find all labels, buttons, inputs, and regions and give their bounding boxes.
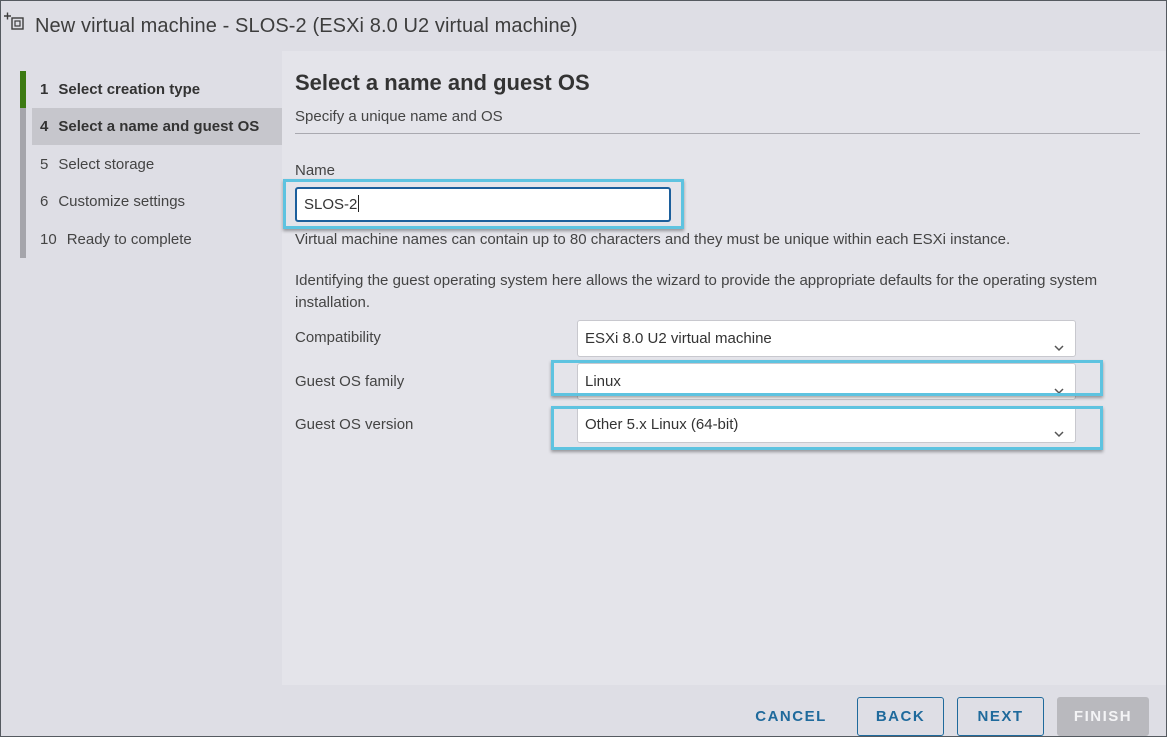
- step-customize-settings[interactable]: 6 Customize settings: [26, 183, 282, 220]
- window-title: New virtual machine - SLOS-2 (ESXi 8.0 U…: [35, 15, 578, 37]
- step-select-creation-type[interactable]: 1 Select creation type: [26, 71, 282, 108]
- text-caret: [358, 195, 360, 212]
- next-button[interactable]: NEXT: [957, 697, 1044, 736]
- title-bar: New virtual machine - SLOS-2 (ESXi 8.0 U…: [1, 1, 1166, 51]
- compatibility-label: Compatibility: [295, 329, 381, 346]
- name-helper-text: Virtual machine names can contain up to …: [295, 231, 1011, 248]
- name-input[interactable]: SLOS-2: [295, 187, 671, 222]
- back-button[interactable]: BACK: [857, 697, 944, 736]
- step-select-name-and-guest-os[interactable]: 4 Select a name and guest OS: [32, 108, 282, 145]
- guest-os-family-label: Guest OS family: [295, 373, 405, 390]
- compatibility-select[interactable]: ESXi 8.0 U2 virtual machine: [577, 320, 1076, 357]
- wizard-steps-sidebar: 1 Select creation type 4 Select a name and…: [1, 51, 282, 685]
- chevron-down-icon: [1053, 375, 1065, 395]
- name-label: Name: [295, 162, 336, 179]
- step-list: 1 Select creation type 4 Select a name and…: [20, 71, 282, 258]
- new-vm-icon: [3, 11, 27, 35]
- wizard-footer: CANCEL BACK NEXT FINISH: [1, 685, 1166, 736]
- chevron-down-icon: [1053, 418, 1065, 438]
- guest-os-version-select[interactable]: Other 5.x Linux (64-bit): [577, 406, 1076, 443]
- guest-os-description: Identifying the guest operating system h…: [295, 272, 1098, 311]
- step-ready-to-complete[interactable]: 10 Ready to complete: [26, 221, 282, 258]
- name-field-highlight: SLOS-2: [283, 179, 684, 229]
- page-title: Select a name and guest OS: [295, 70, 590, 95]
- divider: [295, 133, 1140, 134]
- wizard-window: New virtual machine - SLOS-2 (ESXi 8.0 U…: [0, 0, 1167, 737]
- step-select-storage[interactable]: 5 Select storage: [26, 146, 282, 183]
- guest-os-version-label: Guest OS version: [295, 416, 414, 433]
- page-subtitle: Specify a unique name and OS: [295, 108, 503, 125]
- finish-button[interactable]: FINISH: [1057, 697, 1149, 736]
- main-content: Select a name and guest OS Specify a uni…: [282, 51, 1166, 685]
- cancel-button[interactable]: CANCEL: [742, 697, 840, 736]
- chevron-down-icon: [1053, 332, 1065, 352]
- guest-os-family-select[interactable]: Linux: [577, 363, 1076, 400]
